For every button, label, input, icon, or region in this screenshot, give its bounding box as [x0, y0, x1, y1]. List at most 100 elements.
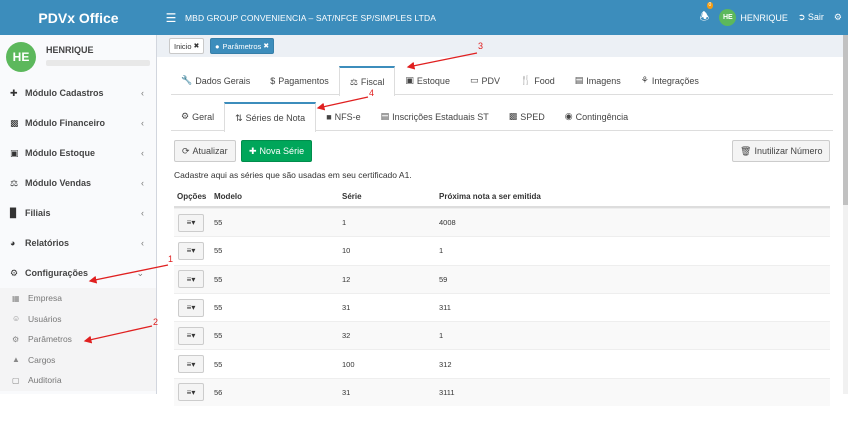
tab-series-de-nota[interactable]: ⇅ Séries de Nota — [224, 102, 317, 132]
chevron-down-icon: ⌄ — [136, 267, 144, 278]
sidebar-item-configuracoes[interactable]: ⚙ Configurações ⌄ — [0, 258, 156, 288]
utensils-icon: 🍴 — [519, 75, 532, 85]
hamburger-menu-icon[interactable]: ☰ — [157, 11, 185, 25]
submenu-item-label: Usuários — [28, 313, 62, 324]
main-content: Inicio ✖ ● Parâmetros ✖ 🔧 Dados Gerais $ Paga… — [157, 35, 848, 407]
gear-icon: ⚙ — [181, 111, 190, 121]
button-label: Atualizar — [192, 146, 228, 156]
submenu-item-parametros[interactable]: ⚙ Parâmetros — [0, 329, 156, 350]
user-name: HENRIQUE — [740, 12, 788, 23]
header-next-note: Próxima nota a ser emitida — [439, 191, 541, 201]
gears-icon: ⚙ — [10, 267, 19, 278]
table-row[interactable]: ≡▾ 55 31 311 — [174, 292, 830, 321]
table-header: Opções Modelo Série Próxima nota a ser e… — [174, 186, 830, 208]
annotation-number-2: 2 — [153, 317, 159, 327]
tab-label: Imagens — [586, 75, 621, 86]
sidebar-item-cadastros[interactable]: ✚ Módulo Cadastros ‹ — [0, 78, 156, 108]
breadcrumb-tab-inicio[interactable]: Inicio ✖ — [169, 38, 205, 54]
pie-chart-icon: ◕ — [10, 238, 16, 248]
breadcrumb-tab-parametros[interactable]: ● Parâmetros ✖ — [210, 38, 275, 54]
settings-gear-icon[interactable]: ⚙ — [834, 12, 842, 23]
tab-sped[interactable]: ▩ SPED — [499, 102, 555, 131]
tab-imagens[interactable]: ▤ Imagens — [565, 66, 631, 95]
building-icon: ▦ — [12, 293, 20, 303]
box-icon: ▣ — [405, 75, 414, 85]
scrollbar-thumb[interactable] — [843, 35, 848, 205]
submenu-item-label: Parâmetros — [28, 334, 72, 345]
options-menu-button[interactable]: ≡▾ — [178, 270, 204, 289]
sidebar-item-label: Módulo Cadastros — [25, 88, 104, 98]
sidebar-item-label: Filiais — [25, 208, 51, 218]
chevron-left-icon: ‹ — [141, 88, 144, 98]
options-menu-button[interactable]: ≡▾ — [178, 326, 204, 345]
tab-label: Dados Gerais — [195, 75, 251, 86]
wrench-icon: 🔧 — [181, 75, 193, 85]
table-row[interactable]: ≡▾ 55 12 59 — [174, 264, 830, 293]
chevron-left-icon: ‹ — [141, 208, 144, 218]
tab-fiscal[interactable]: ⚖ Fiscal — [338, 66, 396, 96]
sidebar-item-filiais[interactable]: ▉ Filiais ‹ — [0, 198, 156, 228]
submenu-item-usuarios[interactable]: ☺ Usuários — [0, 309, 156, 330]
description-text: Cadastre aqui as séries que são usadas e… — [174, 170, 412, 180]
bell-icon[interactable]: 🕭 0 — [699, 2, 714, 27]
tab-estoque[interactable]: ▣ Estoque — [395, 66, 460, 95]
sidebar-item-relatorios[interactable]: ◕ Relatórios ‹ — [0, 228, 156, 258]
sidebar-user-name: HENRIQUE — [46, 45, 94, 55]
tab-inscricoes-estaduais-st[interactable]: ▤ Inscrições Estaduais ST — [371, 102, 499, 131]
trash-icon: 🗑 — [740, 145, 752, 156]
tab-contingencia[interactable]: ◉ Contingência — [555, 102, 638, 131]
top-right-controls: 🕭 0 HE HENRIQUE ➲ Sair ⚙ — [699, 0, 842, 35]
submenu-item-empresa[interactable]: ▦ Empresa — [0, 288, 156, 309]
cell-next-note: 4008 — [439, 218, 456, 228]
plus-icon: ✚ — [10, 87, 18, 98]
tab-geral[interactable]: ⚙ Geral — [171, 102, 224, 131]
options-menu-button[interactable]: ≡▾ — [178, 213, 204, 232]
tab-nfs-e[interactable]: ■ NFS-e — [316, 102, 370, 131]
refresh-button[interactable]: ⟳ Atualizar — [174, 140, 236, 162]
breadcrumb-label: Inicio — [174, 41, 192, 51]
tab-dados-gerais[interactable]: 🔧 Dados Gerais — [171, 66, 260, 95]
annotation-number-3: 3 — [478, 41, 484, 51]
tab-label: Integrações — [651, 75, 699, 86]
balance-icon: ⚖ — [10, 177, 19, 188]
avatar: HE — [719, 9, 737, 26]
sidebar-item-vendas[interactable]: ⚖ Módulo Vendas ‹ — [0, 168, 156, 198]
app-brand[interactable]: PDVx Office — [0, 0, 157, 35]
cell-model: 55 — [214, 331, 223, 341]
tab-label: Estoque — [416, 75, 450, 86]
close-icon[interactable]: ✖ — [194, 42, 200, 50]
breadcrumb: Inicio ✖ ● Parâmetros ✖ — [157, 35, 848, 57]
table-row[interactable]: ≡▾ 55 100 312 — [174, 349, 830, 377]
cell-next-note: 1 — [439, 246, 444, 256]
submenu-item-auditoria[interactable]: ▢ Auditoria — [0, 370, 156, 391]
invalidate-number-button[interactable]: 🗑 Inutilizar Número — [732, 140, 831, 162]
header-series: Série — [342, 191, 362, 201]
tab-label: SPED — [520, 111, 545, 122]
tab-integracoes[interactable]: ⚘ Integrações — [631, 66, 709, 95]
sidebar-item-financeiro[interactable]: ▩ Módulo Financeiro ‹ — [0, 108, 156, 138]
cell-next-note: 3111 — [439, 387, 455, 397]
tab-food[interactable]: 🍴 Food — [510, 66, 565, 95]
sidebar-item-label: Configurações — [25, 268, 89, 278]
new-series-button[interactable]: ✚ Nova Série — [241, 140, 313, 162]
user-menu[interactable]: HE HENRIQUE — [719, 9, 788, 26]
tab-pdv[interactable]: ▭ PDV — [460, 66, 510, 95]
table-row[interactable]: ≡▾ 55 1 4008 — [174, 208, 830, 237]
dollar-icon: $ — [270, 75, 276, 86]
logout-button[interactable]: ➲ Sair — [798, 12, 824, 23]
options-menu-button[interactable]: ≡▾ — [178, 298, 204, 317]
options-menu-button[interactable]: ≡▾ — [178, 355, 204, 374]
options-menu-button[interactable]: ≡▾ — [178, 383, 204, 402]
table-row[interactable]: ≡▾ 55 10 1 — [174, 236, 830, 264]
submenu-item-cargos[interactable]: ▲ Cargos — [0, 350, 156, 371]
options-menu-button[interactable]: ≡▾ — [178, 241, 204, 260]
image-icon: ▤ — [574, 75, 584, 85]
sidebar-item-estoque[interactable]: ▣ Módulo Estoque ‹ — [0, 138, 156, 168]
tab-pagamentos[interactable]: $ Pagamentos — [260, 66, 339, 95]
table-row[interactable]: ≡▾ 56 31 3111 — [174, 377, 830, 407]
header-model: Modelo — [214, 191, 242, 201]
close-icon[interactable]: ✖ — [263, 42, 269, 50]
tab-label: Food — [534, 75, 555, 86]
table-row[interactable]: ≡▾ 55 32 1 — [174, 321, 830, 350]
tab-label: Contingência — [575, 111, 629, 122]
